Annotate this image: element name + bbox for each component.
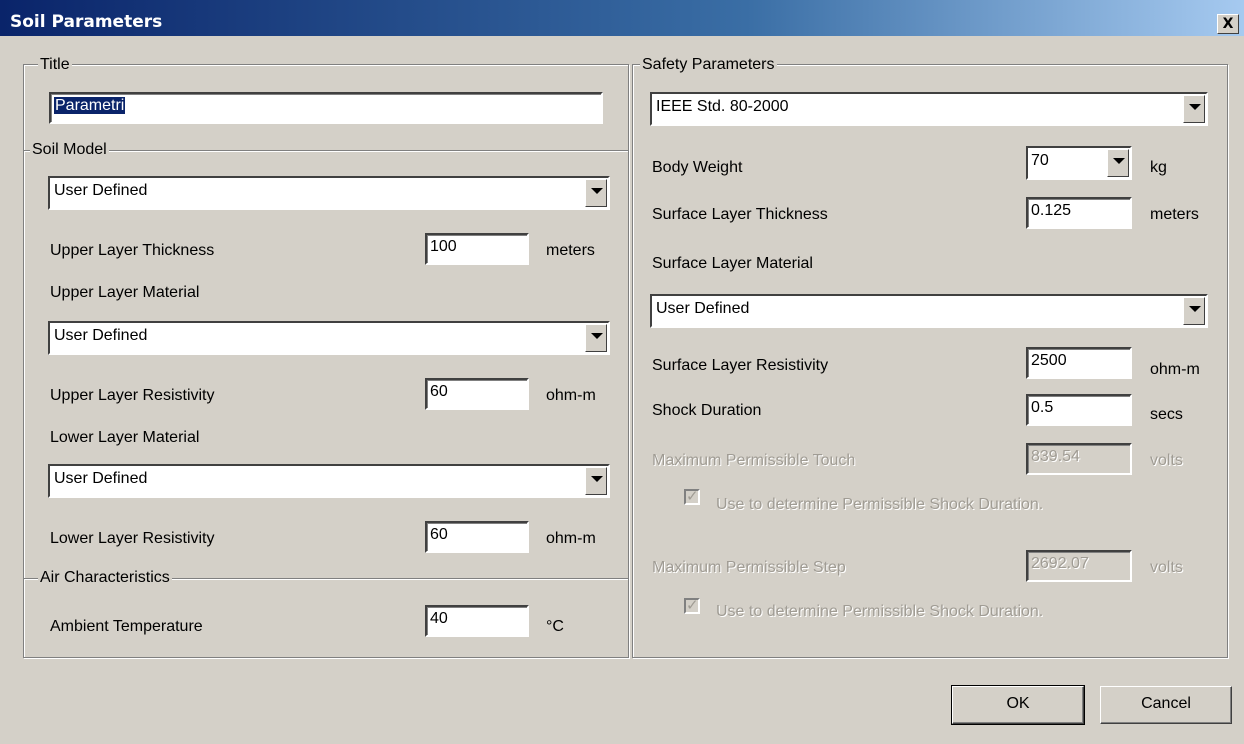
title-group-legend: Title [38, 56, 72, 74]
lower-material-select[interactable]: User Defined [48, 464, 610, 498]
upper-thickness-input[interactable]: 100 [425, 233, 529, 265]
body-weight-select[interactable]: 70 [1026, 146, 1132, 180]
step-shock-checkbox [684, 596, 700, 614]
max-step-unit: volts [1150, 559, 1183, 576]
max-touch-value: 839.54 [1026, 443, 1132, 475]
ambient-temperature-label: Ambient Temperature [50, 618, 203, 635]
ok-button[interactable]: OK [951, 685, 1085, 725]
close-button[interactable]: X [1217, 14, 1239, 34]
chevron-down-icon[interactable] [1107, 149, 1129, 177]
lower-resistivity-unit: ohm-m [546, 530, 596, 547]
title-bar: Soil Parameters X [0, 0, 1244, 38]
upper-material-select[interactable]: User Defined [48, 321, 610, 355]
chevron-down-icon[interactable] [1183, 95, 1205, 123]
safety-legend: Safety Parameters [640, 56, 777, 74]
close-icon: X [1222, 16, 1234, 32]
surface-thickness-input[interactable]: 0.125 [1026, 197, 1132, 229]
chevron-down-icon[interactable] [585, 467, 607, 495]
soil-model-legend: Soil Model [30, 141, 109, 159]
upper-thickness-unit: meters [546, 242, 595, 259]
ambient-temperature-input[interactable]: 40 [425, 605, 529, 637]
upper-material-label: Upper Layer Material [50, 284, 200, 301]
lower-resistivity-label: Lower Layer Resistivity [50, 530, 215, 547]
touch-shock-checkbox [684, 487, 700, 505]
standard-select[interactable]: IEEE Std. 80-2000 [650, 92, 1208, 126]
surface-thickness-unit: meters [1150, 206, 1199, 223]
soil-model-separator [24, 150, 628, 152]
window-title: Soil Parameters [10, 12, 163, 32]
chevron-down-icon[interactable] [585, 324, 607, 352]
lower-resistivity-input[interactable]: 60 [425, 521, 529, 553]
lower-material-label: Lower Layer Material [50, 429, 200, 446]
body-weight-unit: kg [1150, 159, 1167, 176]
body-weight-label: Body Weight [652, 159, 743, 176]
max-step-value: 2692.07 [1026, 550, 1132, 582]
touch-shock-checkbox-label: Use to determine Permissible Shock Durat… [716, 496, 1044, 513]
surface-material-label: Surface Layer Material [652, 255, 813, 272]
shock-duration-label: Shock Duration [652, 402, 762, 419]
surface-resistivity-input[interactable]: 2500 [1026, 347, 1132, 379]
upper-resistivity-input[interactable]: 60 [425, 378, 529, 410]
surface-resistivity-label: Surface Layer Resistivity [652, 357, 829, 374]
ambient-temperature-unit: °C [546, 618, 564, 635]
chevron-down-icon[interactable] [585, 179, 607, 207]
max-touch-label: Maximum Permissible Touch [652, 452, 856, 469]
air-legend: Air Characteristics [38, 569, 172, 587]
max-touch-unit: volts [1150, 452, 1183, 469]
shock-duration-input[interactable]: 0.5 [1026, 394, 1132, 426]
upper-thickness-label: Upper Layer Thickness [50, 242, 215, 259]
shock-duration-unit: secs [1150, 406, 1183, 423]
soil-model-select[interactable]: User Defined [48, 176, 610, 210]
surface-thickness-label: Surface Layer Thickness [652, 206, 828, 223]
upper-resistivity-label: Upper Layer Resistivity [50, 387, 215, 404]
step-shock-checkbox-label: Use to determine Permissible Shock Durat… [716, 603, 1044, 620]
cancel-button[interactable]: Cancel [1100, 686, 1232, 724]
chevron-down-icon[interactable] [1183, 297, 1205, 325]
surface-material-select[interactable]: User Defined [650, 294, 1208, 328]
title-input[interactable]: Parametri [49, 92, 603, 124]
surface-resistivity-unit: ohm-m [1150, 361, 1200, 378]
upper-resistivity-unit: ohm-m [546, 387, 596, 404]
max-step-label: Maximum Permissible Step [652, 559, 846, 576]
